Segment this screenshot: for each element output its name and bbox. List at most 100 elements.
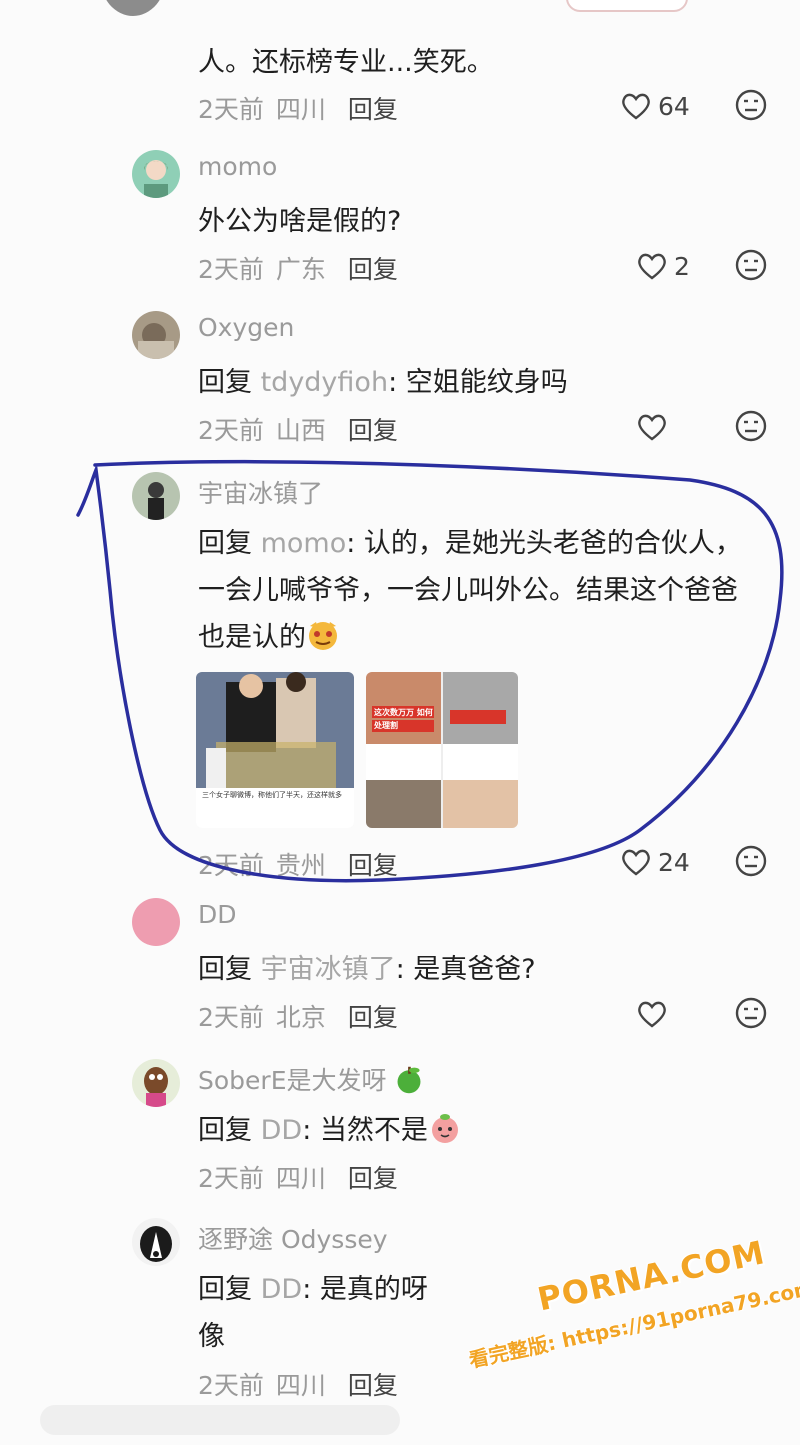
- dislike-button[interactable]: [734, 88, 768, 122]
- username[interactable]: 逐野途 Odyssey: [198, 1220, 388, 1256]
- like-button[interactable]: 24: [620, 844, 700, 880]
- like-button[interactable]: 64: [620, 88, 700, 124]
- comment-location: 四川: [275, 95, 326, 124]
- comment-text: 回复 DD: 当然不是: [198, 1107, 773, 1154]
- reply-prefix: 回复: [198, 528, 252, 559]
- reply-prefix: 回复: [198, 954, 252, 985]
- comment-body: : 空姐能纹身吗: [388, 367, 568, 398]
- comment-item: DD 回复 宇宙冰镇了: 是真爸爸? 2天前 北京 回复: [0, 898, 800, 1058]
- comment-body-line: 也是认的: [198, 622, 306, 653]
- reply-button[interactable]: 回复: [348, 1371, 398, 1400]
- comment-body: : 是真爸爸?: [395, 954, 536, 985]
- like-button[interactable]: 2: [636, 248, 716, 284]
- like-button[interactable]: [636, 409, 716, 445]
- avatar[interactable]: [100, 0, 166, 16]
- meh-face-icon: [735, 997, 767, 1029]
- comment-text: 人。还标榜专业...笑死。: [198, 47, 494, 78]
- reply-button[interactable]: 回复: [348, 851, 398, 880]
- comment-item: momo 外公为啥是假的? 2天前 广东 回复 2: [0, 150, 800, 310]
- comment-text: 回复 宇宙冰镇了: 是真爸爸?: [198, 946, 773, 993]
- comment-time: 2天前: [198, 255, 264, 284]
- like-count: 2: [674, 251, 690, 281]
- avatar[interactable]: [132, 311, 180, 359]
- reply-button[interactable]: 回复: [348, 1003, 398, 1032]
- comment-meta: 2天前 四川 回复: [198, 1159, 410, 1195]
- thumbnail-headline: 这次数万万 如何处理割: [374, 708, 433, 730]
- comment-item: SoberE是大发呀 回复 DD: 当然不是 2天前 四川 回复: [0, 1059, 800, 1219]
- comment-meta: 2天前 贵州 回复: [198, 846, 410, 882]
- reply-button[interactable]: 回复: [348, 416, 398, 445]
- comment-location: 山西: [275, 416, 326, 445]
- comment-item: 宇宙冰镇了 回复 momo: 认的，是她光头老爸的合伙人， 一会儿喊爷爷，一会儿…: [0, 472, 800, 882]
- heart-icon: [622, 849, 650, 876]
- heart-icon: [638, 1001, 666, 1028]
- username[interactable]: 宇宙冰镇了: [198, 474, 323, 510]
- comment-location: 贵州: [275, 851, 326, 880]
- reply-prefix: 回复: [198, 367, 252, 398]
- heart-icon: [638, 253, 666, 280]
- like-button[interactable]: [636, 996, 716, 1032]
- mention-link[interactable]: DD: [261, 1115, 303, 1146]
- mention-link[interactable]: 宇宙冰镇了: [261, 954, 396, 985]
- comment-time: 2天前: [198, 416, 264, 445]
- like-count: 64: [658, 91, 690, 121]
- comment-time: 2天前: [198, 851, 264, 880]
- avatar[interactable]: [132, 150, 180, 198]
- username[interactable]: SoberE是大发呀: [198, 1061, 428, 1099]
- comment-text: 外公为啥是假的?: [198, 206, 402, 237]
- comment-location: 广东: [275, 255, 326, 284]
- meh-face-icon: [735, 89, 767, 121]
- comment-meta: 2天前 广东 回复: [198, 250, 410, 286]
- dislike-button[interactable]: [734, 409, 768, 443]
- comment-location: 四川: [275, 1164, 326, 1193]
- comment-meta: 2天前 山西 回复: [198, 411, 410, 447]
- comment-meta: 2天前 四川 回复: [198, 1366, 410, 1402]
- username[interactable]: DD: [198, 900, 237, 929]
- heart-icon: [622, 93, 650, 120]
- comment-text: 回复 tdydyfioh: 空姐能纹身吗: [198, 359, 773, 406]
- peach-face-emoji: [428, 1111, 462, 1145]
- username[interactable]: Oxygen: [198, 313, 294, 342]
- mention-link[interactable]: DD: [261, 1274, 303, 1305]
- dislike-button[interactable]: [734, 844, 768, 878]
- comment-body-line: : 认的，是她光头老爸的合伙人，: [346, 528, 742, 559]
- dislike-button[interactable]: [734, 996, 768, 1030]
- avatar[interactable]: [132, 472, 180, 520]
- reply-button[interactable]: 回复: [348, 1164, 398, 1193]
- comment-time: 2天前: [198, 1003, 264, 1032]
- green-apple-emoji: [394, 1065, 428, 1099]
- meh-face-icon: [735, 249, 767, 281]
- dislike-button[interactable]: [734, 248, 768, 282]
- mention-link[interactable]: tdydyfioh: [261, 367, 388, 398]
- heart-icon: [638, 414, 666, 441]
- comment-body-line: 一会儿喊爷爷，一会儿叫外公。结果这个爸爸: [198, 575, 738, 606]
- reply-prefix: 回复: [198, 1115, 252, 1146]
- comment-location: 四川: [275, 1371, 326, 1400]
- avatar[interactable]: [132, 1059, 180, 1107]
- comment-meta: 2天前 四川 回复: [198, 90, 410, 126]
- comment-body: : 当然不是: [302, 1115, 428, 1146]
- mention-link[interactable]: momo: [261, 528, 347, 559]
- comment-body-line: : 是真的呀: [302, 1274, 428, 1305]
- reply-button[interactable]: 回复: [348, 255, 398, 284]
- meh-face-icon: [735, 845, 767, 877]
- comment-time: 2天前: [198, 95, 264, 124]
- username-text: SoberE是大发呀: [198, 1066, 387, 1095]
- comment-input-bar[interactable]: [40, 1405, 400, 1435]
- follow-button[interactable]: [566, 0, 688, 12]
- comment-meta: 2天前 北京 回复: [198, 998, 410, 1034]
- image-collage[interactable]: 这次数万万 如何处理割: [366, 672, 518, 828]
- comment-time: 2天前: [198, 1371, 264, 1400]
- thumbnail-caption: 三个女子聊微博，称他们了半天，还这样就多: [202, 791, 342, 799]
- comment-location: 北京: [275, 1003, 326, 1032]
- avatar[interactable]: [132, 1218, 180, 1266]
- avatar[interactable]: [132, 898, 180, 946]
- reply-button[interactable]: 回复: [348, 95, 398, 124]
- meh-face-icon: [735, 410, 767, 442]
- comment-time: 2天前: [198, 1164, 264, 1193]
- username[interactable]: momo: [198, 152, 277, 181]
- dog-face-emoji: [306, 618, 340, 652]
- image-thumbnail[interactable]: 三个女子聊微博，称他们了半天，还这样就多: [196, 672, 354, 828]
- comment-item: Oxygen 回复 tdydyfioh: 空姐能纹身吗 2天前 山西 回复: [0, 311, 800, 471]
- like-count: 24: [658, 847, 690, 877]
